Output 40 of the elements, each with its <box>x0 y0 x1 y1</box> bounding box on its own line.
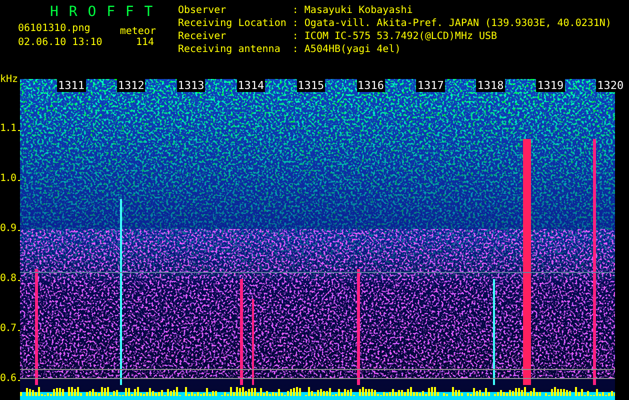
info-label: Receiving antenna <box>178 44 282 56</box>
app-title: H R O F F T <box>49 4 155 22</box>
info-value: ICOM IC-575 53.7492(@LCD)MHz USB <box>304 31 498 43</box>
info-separator: : <box>292 31 298 43</box>
time-label: 1313 <box>176 79 206 92</box>
info-separator: : <box>292 44 298 56</box>
axis-label: 1.0 <box>0 173 16 185</box>
time-label: 1312 <box>116 79 146 92</box>
axis-tick <box>18 180 20 181</box>
info-label: Observer <box>178 5 228 17</box>
time-label: 1320 <box>596 79 625 92</box>
date-time: 02.06.10 13:10 <box>18 37 102 50</box>
info-separator: : <box>292 18 298 30</box>
time-label: 1316 <box>356 79 385 92</box>
info-value: Ogata-vill. Akita-Pref. JAPAN (139.9303E, 40.0231N) <box>304 18 612 30</box>
axis-label: 0.7 <box>0 323 16 335</box>
time-label: 1318 <box>476 79 505 92</box>
counter-value: 114 <box>136 37 155 50</box>
info-value: A504HB(yagi 4el) <box>304 44 402 56</box>
info-separator: : <box>292 5 298 17</box>
axis-label: 0.9 <box>0 223 16 235</box>
axis-label: 0.6 <box>0 373 16 385</box>
info-label: Receiver <box>178 31 228 43</box>
counter-label: meteor <box>120 25 156 37</box>
time-label: 1319 <box>536 79 565 92</box>
axis-tick <box>18 130 20 131</box>
info-label: Receiving Location <box>178 18 286 30</box>
axis-tick <box>18 330 20 331</box>
time-label: 1314 <box>236 79 266 92</box>
axis-tick <box>18 380 20 381</box>
axis-tick <box>18 280 20 281</box>
axis-label: 1.1 <box>0 123 16 135</box>
time-label: 1317 <box>416 79 445 92</box>
file-name: 06101310.png <box>18 23 90 36</box>
time-label: 1311 <box>57 79 86 92</box>
info-value: Masayuki Kobayashi <box>304 5 414 17</box>
axis-unit: kHz <box>0 74 18 85</box>
axis-label: 0.8 <box>0 273 16 285</box>
axis-tick <box>18 230 20 231</box>
time-label: 1315 <box>296 79 326 92</box>
